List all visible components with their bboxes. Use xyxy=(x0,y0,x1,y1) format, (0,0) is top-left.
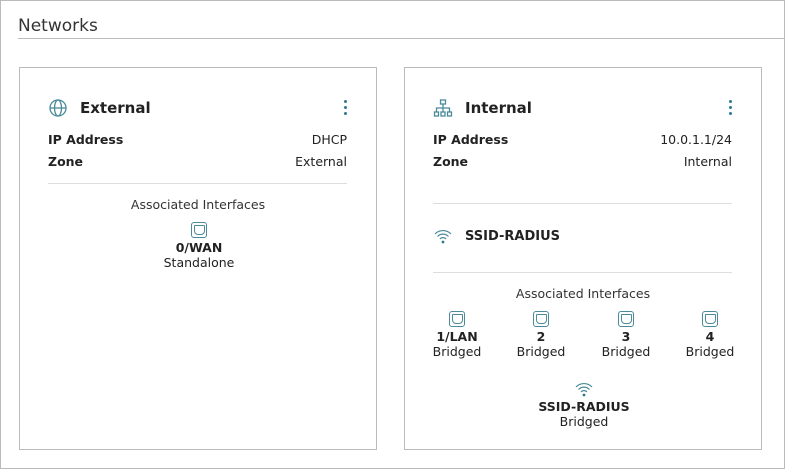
interface-name: 4 xyxy=(705,329,715,344)
zone-value: Internal xyxy=(683,154,732,169)
wifi-icon xyxy=(575,383,593,397)
interface-item[interactable]: 1/LAN Bridged xyxy=(417,311,497,359)
network-name: External xyxy=(80,99,151,117)
network-tree-icon xyxy=(433,99,453,117)
interface-status: Bridged xyxy=(601,344,651,359)
network-name: Internal xyxy=(465,99,532,117)
interface-item[interactable]: 2 Bridged xyxy=(501,311,581,359)
interface-status: Bridged xyxy=(685,344,735,359)
interface-name: SSID-RADIUS xyxy=(538,399,630,414)
interface-item[interactable]: SSID-RADIUS Bridged xyxy=(534,381,634,429)
ethernet-port-icon xyxy=(191,222,207,238)
wifi-icon xyxy=(434,230,452,244)
ssid-name: SSID-RADIUS xyxy=(465,228,561,244)
associated-interfaces-label: Associated Interfaces xyxy=(515,286,651,301)
interface-name: 0/WAN xyxy=(175,240,223,255)
ip-value: 10.0.1.1/24 xyxy=(660,132,732,147)
ethernet-port-icon xyxy=(702,311,718,327)
ethernet-port-icon xyxy=(533,311,549,327)
zone-value: External xyxy=(295,154,347,169)
network-card-internal: Internal IP Address 10.0.1.1/24 Zone Inter… xyxy=(404,67,762,450)
globe-icon xyxy=(49,99,67,117)
ethernet-port-icon xyxy=(618,311,634,327)
network-card-external: External IP Address DHCP Zone External Ass… xyxy=(19,67,377,450)
divider xyxy=(18,38,785,39)
interface-item[interactable]: 4 Bridged xyxy=(670,311,750,359)
page-title: Networks xyxy=(18,16,98,36)
interface-item[interactable]: 0/WAN Standalone xyxy=(159,222,239,270)
divider xyxy=(433,272,732,273)
interface-status: Bridged xyxy=(432,344,482,359)
ethernet-port-icon xyxy=(449,311,465,327)
more-options-icon[interactable] xyxy=(342,100,348,115)
ip-label: IP Address xyxy=(433,132,509,147)
ip-label: IP Address xyxy=(48,132,124,147)
interface-item[interactable]: 3 Bridged xyxy=(586,311,666,359)
interface-name: 2 xyxy=(536,329,546,344)
interface-status: Standalone xyxy=(163,255,235,270)
ip-value: DHCP xyxy=(311,132,347,147)
zone-label: Zone xyxy=(433,154,469,169)
interface-name: 3 xyxy=(621,329,631,344)
interface-status: Bridged xyxy=(559,414,609,429)
zone-label: Zone xyxy=(48,154,84,169)
associated-interfaces-label: Associated Interfaces xyxy=(130,197,266,212)
interface-status: Bridged xyxy=(516,344,566,359)
interface-name: 1/LAN xyxy=(436,329,478,344)
divider xyxy=(48,183,347,184)
more-options-icon[interactable] xyxy=(727,100,733,115)
divider xyxy=(433,203,732,204)
